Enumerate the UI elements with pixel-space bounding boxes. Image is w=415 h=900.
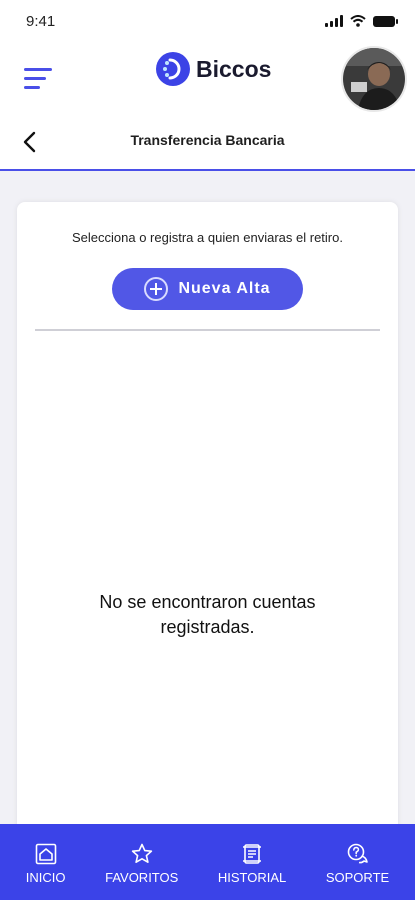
avatar[interactable]: [341, 46, 407, 112]
avatar-photo: [343, 48, 405, 110]
support-icon: [347, 843, 368, 864]
home-icon: [35, 843, 56, 865]
signal-icon: [325, 15, 343, 27]
bottom-nav: INICIO FAVORITOS HISTORIAL SOPORTE: [0, 824, 415, 900]
nav-label-soporte: SOPORTE: [325, 870, 390, 885]
instruction-text: Selecciona o registra a quien enviaras e…: [72, 230, 343, 245]
empty-state-message: No se encontraron cuentas registradas.: [99, 592, 316, 637]
plus-circle-icon: [144, 277, 169, 301]
app-header: Biccos: [0, 44, 415, 116]
nav-label-historial: HISTORIAL: [217, 870, 287, 885]
nav-label-favoritos: FAVORITOS: [105, 870, 179, 885]
status-time: 9:41: [26, 13, 56, 30]
battery-icon: [373, 15, 398, 27]
brand-logo-icon: [156, 52, 190, 86]
nav-item-favoritos[interactable]: FAVORITOS: [105, 842, 178, 885]
brand: Biccos: [156, 52, 271, 86]
nav-item-soporte[interactable]: SOPORTE: [326, 842, 389, 885]
status-bar: 9:41: [0, 0, 415, 44]
status-icons: [325, 15, 398, 27]
scroll-icon: [243, 844, 262, 864]
menu-button[interactable]: [24, 68, 52, 90]
nav-item-historial[interactable]: HISTORIAL: [218, 842, 286, 885]
wifi-icon: [350, 15, 366, 27]
star-icon: [131, 843, 152, 863]
nav-label-inicio: INICIO: [25, 870, 66, 885]
new-account-button-label: Nueva Alta: [178, 280, 271, 297]
new-account-button[interactable]: Nueva Alta: [112, 268, 303, 310]
page-title: Transferencia Bancaria: [130, 132, 285, 148]
accounts-card: Selecciona o registra a quien enviaras e…: [17, 202, 398, 842]
nav-item-inicio[interactable]: INICIO: [26, 842, 66, 885]
divider: [35, 329, 380, 331]
app-name: Biccos: [196, 55, 272, 82]
subheader: Transferencia Bancaria: [0, 116, 415, 171]
